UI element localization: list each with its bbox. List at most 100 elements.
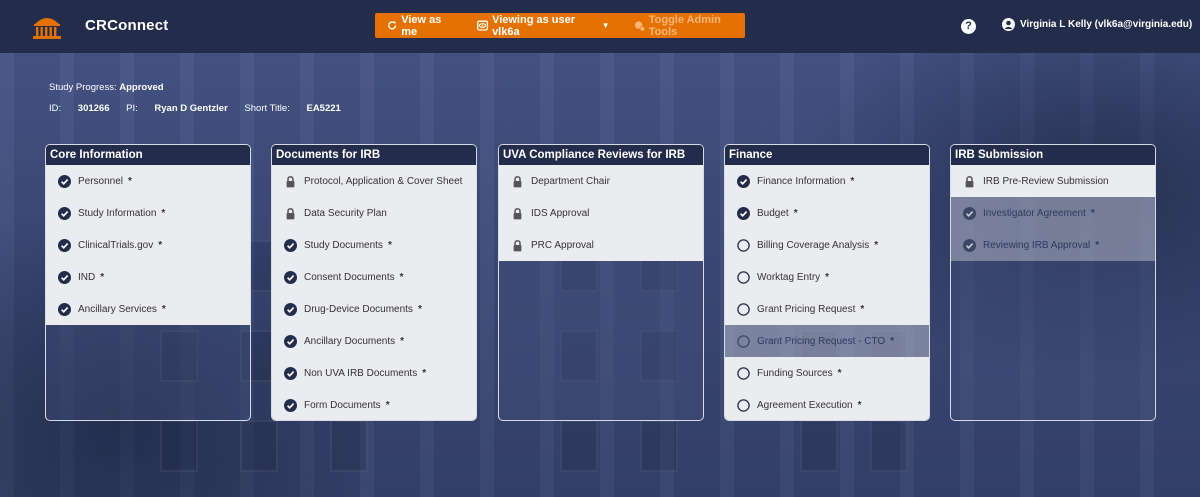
workflow-item-ancillary-services[interactable]: Ancillary Services * (46, 293, 250, 325)
workflow-item-label: Non UVA IRB Documents (304, 367, 418, 379)
workflow-item-reviewing-irb-approval[interactable]: Reviewing IRB Approval * (951, 229, 1155, 261)
check-circle-icon (284, 302, 297, 316)
viewing-as-user-dropdown[interactable]: Viewing as user vlk6a ▼ (477, 13, 610, 38)
required-marker: * (385, 399, 390, 411)
lock-icon (513, 207, 522, 219)
workflow-item-grant-pricing-request[interactable]: Grant Pricing Request * (725, 293, 929, 325)
empty-circle-icon (737, 302, 750, 316)
required-marker: * (860, 303, 865, 315)
view-as-me-button[interactable]: View as me (387, 13, 456, 38)
user-menu[interactable]: Virginia L Kelly (vlk6a@virginia.edu) (1002, 18, 1192, 31)
panel-uva-compliance-reviews-for-irb: UVA Compliance Reviews for IRB Department… (498, 144, 704, 421)
workflow-item-grant-pricing-request-cto[interactable]: Grant Pricing Request - CTO * (725, 325, 929, 357)
workflow-item-label: IRB Pre-Review Submission (983, 175, 1109, 187)
required-marker: * (793, 207, 798, 219)
toggle-admin-label: Toggle Admin Tools (648, 13, 721, 38)
workflow-item-label: IDS Approval (531, 207, 590, 219)
workflow-item-clinicaltrials-gov[interactable]: ClinicalTrials.gov * (46, 229, 250, 261)
check-circle-icon (737, 206, 750, 220)
check-circle-icon (58, 174, 71, 188)
workflow-item-ind[interactable]: IND * (46, 261, 250, 293)
study-pi-label: PI: (126, 103, 138, 114)
workflow-item-label: IND (78, 271, 96, 283)
workflow-item-data-security-plan[interactable]: Data Security Plan (272, 197, 476, 229)
top-navbar: CRConnect View as me Viewing as user vlk… (0, 0, 1200, 53)
workflow-item-non-uva-irb-documents[interactable]: Non UVA IRB Documents * (272, 357, 476, 389)
check-circle-icon (284, 270, 297, 284)
chevron-down-icon: ▼ (601, 21, 610, 30)
panel-item-list: Finance Information * Budget * Billing Cover… (725, 165, 929, 420)
study-progress-label: Study Progress: (49, 82, 117, 93)
study-progress-value: Approved (119, 82, 164, 93)
brand-title[interactable]: CRConnect (85, 17, 168, 34)
workflow-item-label: Grant Pricing Request - CTO (757, 335, 886, 347)
study-id-value: 301266 (77, 103, 110, 114)
check-circle-icon (963, 238, 976, 252)
check-circle-icon (284, 334, 297, 348)
toggle-admin-tools-button[interactable]: Toggle Admin Tools (634, 13, 745, 38)
check-circle-icon (284, 238, 297, 252)
panel-core-information: Core Information Personnel * Study Informat… (45, 144, 251, 421)
check-circle-icon (58, 270, 71, 284)
panel-title: Core Information (46, 145, 250, 165)
workflow-item-label: Grant Pricing Request (757, 303, 856, 315)
workflow-item-label: Finance Information (757, 175, 846, 187)
workflow-item-label: Billing Coverage Analysis (757, 239, 870, 251)
workflow-item-label: Funding Sources (757, 367, 833, 379)
workflow-item-budget[interactable]: Budget * (725, 197, 929, 229)
workflow-item-form-documents[interactable]: Form Documents * (272, 389, 476, 420)
check-circle-icon (963, 206, 976, 220)
required-marker: * (422, 367, 427, 379)
required-marker: * (161, 207, 166, 219)
study-pi-value: Ryan D Gentzler (154, 103, 228, 114)
user-name-label: Virginia L Kelly (vlk6a@virginia.edu) (1020, 19, 1193, 30)
workflow-item-billing-coverage-analysis[interactable]: Billing Coverage Analysis * (725, 229, 929, 261)
panel-title: UVA Compliance Reviews for IRB (499, 145, 703, 165)
workflow-item-personnel[interactable]: Personnel * (46, 165, 250, 197)
workflow-item-label: Drug-Device Documents (304, 303, 413, 315)
workflow-item-drug-device-documents[interactable]: Drug-Device Documents * (272, 293, 476, 325)
panel-finance: Finance Finance Information * Budget * Billin… (724, 144, 930, 421)
workflow-item-ids-approval[interactable]: IDS Approval (499, 197, 703, 229)
workflow-item-consent-documents[interactable]: Consent Documents * (272, 261, 476, 293)
workflow-item-label: PRC Approval (531, 239, 594, 251)
help-icon[interactable]: ? (961, 19, 976, 34)
required-marker: * (874, 239, 879, 251)
workflow-item-label: Ancillary Services (78, 303, 157, 315)
workflow-item-protocol-application-cover-sheet[interactable]: Protocol, Application & Cover Sheet (272, 165, 476, 197)
workflow-item-study-documents[interactable]: Study Documents * (272, 229, 476, 261)
view-as-me-label: View as me (401, 13, 442, 38)
admin-gear-icon (634, 20, 645, 32)
empty-circle-icon (737, 238, 750, 252)
workflow-item-investigator-agreement[interactable]: Investigator Agreement * (951, 197, 1155, 229)
check-circle-icon (284, 398, 297, 412)
panel-item-list: Personnel * Study Information * ClinicalTria… (46, 165, 250, 325)
required-marker: * (1090, 207, 1095, 219)
workflow-item-label: Personnel (78, 175, 124, 187)
workflow-item-label: Protocol, Application & Cover Sheet (304, 175, 463, 187)
workflow-item-label: Worktag Entry (757, 271, 821, 283)
workflow-item-finance-information[interactable]: Finance Information * (725, 165, 929, 197)
workflow-item-label: Reviewing IRB Approval (983, 239, 1091, 251)
required-marker: * (850, 175, 855, 187)
workflow-item-prc-approval[interactable]: PRC Approval (499, 229, 703, 261)
workflow-item-study-information[interactable]: Study Information * (46, 197, 250, 229)
workflow-item-funding-sources[interactable]: Funding Sources * (725, 357, 929, 389)
workflow-item-irb-pre-review-submission[interactable]: IRB Pre-Review Submission (951, 165, 1155, 197)
required-marker: * (1095, 239, 1100, 251)
workflow-item-ancillary-documents[interactable]: Ancillary Documents * (272, 325, 476, 357)
lock-icon (286, 175, 295, 187)
panel-title: IRB Submission (951, 145, 1155, 165)
study-short-title-label: Short Title: (244, 103, 290, 114)
workflow-item-agreement-execution[interactable]: Agreement Execution * (725, 389, 929, 420)
required-marker: * (161, 303, 166, 315)
workflow-item-label: Agreement Execution (757, 399, 853, 411)
study-progress: Study Progress: Approved (49, 82, 164, 93)
panel-item-list: Protocol, Application & Cover Sheet Data … (272, 165, 476, 420)
workflow-item-label: Data Security Plan (304, 207, 387, 219)
workflow-item-department-chair[interactable]: Department Chair (499, 165, 703, 197)
workflow-item-worktag-entry[interactable]: Worktag Entry * (725, 261, 929, 293)
lock-icon (513, 175, 522, 187)
rotunda-logo-icon[interactable] (32, 11, 62, 41)
required-marker: * (857, 399, 862, 411)
